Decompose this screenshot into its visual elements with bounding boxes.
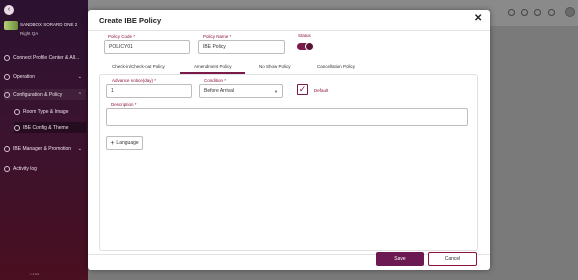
notification-icon[interactable] (521, 9, 528, 16)
sidebar-item-label: Activity log (13, 165, 37, 172)
tab-amendment[interactable]: Amendment Policy (194, 64, 232, 69)
modal-title: Create IBE Policy (99, 16, 162, 25)
settings-icon[interactable] (548, 9, 555, 16)
hotel-logo (4, 21, 18, 30)
sidebar-item-label: Configuration & Policy (13, 91, 63, 98)
theme-icon (14, 124, 20, 131)
hotel-subtitle: Right QA (20, 31, 39, 36)
policy-name-value: IBE Policy (203, 44, 226, 50)
advance-notice-value: 1 (111, 88, 114, 94)
policy-code-input[interactable]: POLICY01 (104, 40, 190, 54)
condition-label: Condition * (204, 78, 227, 83)
default-label: Default (314, 88, 329, 93)
default-checkbox[interactable]: ✓ (297, 84, 308, 95)
sidebar-item-operation[interactable]: Operation ⌄ (4, 71, 86, 82)
back-icon[interactable]: ‹ (4, 5, 14, 15)
sidebar-item-label: IBE Manager & Promotion (13, 145, 72, 152)
policy-name-input[interactable]: IBE Policy (198, 40, 285, 54)
description-input[interactable] (106, 108, 468, 126)
settings-icon (4, 91, 10, 98)
chevron-down-icon: ⌄ (77, 145, 82, 152)
advance-notice-label: Advance notice(day) * (112, 78, 157, 83)
language-button-label: Language (116, 140, 139, 146)
tab-check-in-out[interactable]: Check-in/Check-out Policy (112, 64, 165, 69)
save-button[interactable]: Save (376, 252, 424, 266)
sidebar-item-activity-log[interactable]: Activity log (4, 163, 86, 174)
chevron-up-icon: ⌃ (77, 91, 82, 98)
sidebar-item-room-type[interactable]: Room Type & Image (14, 106, 86, 117)
sidebar-item-label: Connect Profile Center & All... (13, 54, 80, 61)
activity-icon (4, 165, 10, 172)
tab-cancellation[interactable]: Cancellation Policy (317, 64, 355, 69)
advance-notice-input[interactable]: 1 (106, 84, 192, 98)
hotel-name: SANDBOX SORARD ONE 2 (20, 22, 78, 27)
condition-value: Before Arrival (204, 88, 235, 94)
version-text: v 1.0.0 (30, 272, 40, 276)
tab-no-show[interactable]: No Show Policy (259, 64, 291, 69)
sidebar-item-ibe-config[interactable]: IBE Config & Theme (14, 122, 86, 133)
search-icon[interactable] (508, 9, 515, 16)
create-policy-modal: Create IBE Policy ✕ Policy Code * POLICY… (88, 10, 490, 270)
status-toggle[interactable] (297, 42, 314, 51)
sidebar-item-ibe-manager[interactable]: IBE Manager & Promotion ⌄ (4, 143, 86, 154)
divider (88, 30, 490, 31)
policy-name-label: Policy Name * (203, 34, 232, 39)
policy-code-value: POLICY01 (109, 44, 133, 50)
profile-icon (4, 54, 10, 61)
sidebar-item-connect-profile[interactable]: Connect Profile Center & All... (4, 52, 86, 63)
chevron-down-icon: ⌄ (77, 73, 82, 80)
cancel-button[interactable]: Cancel (428, 252, 477, 266)
sidebar: ‹ SANDBOX SORARD ONE 2 Right QA Connect … (0, 0, 88, 280)
status-label: Status (298, 33, 311, 38)
condition-select[interactable]: Before Arrival ▼ (199, 84, 283, 98)
operation-icon (4, 73, 10, 80)
sidebar-item-label: Room Type & Image (23, 108, 69, 115)
policy-panel (99, 74, 478, 251)
close-icon[interactable]: ✕ (474, 13, 482, 24)
room-icon (14, 108, 20, 115)
sidebar-item-configuration[interactable]: Configuration & Policy ⌃ (4, 89, 86, 100)
toggle-knob (305, 42, 314, 51)
plus-icon: + (110, 139, 115, 147)
avatar[interactable] (565, 7, 575, 17)
description-label: Description * (111, 102, 137, 107)
sidebar-item-label: IBE Config & Theme (23, 124, 69, 131)
sidebar-item-label: Operation (13, 73, 35, 80)
add-language-button[interactable]: + Language (106, 136, 143, 150)
help-icon[interactable] (534, 9, 541, 16)
dropdown-arrow-icon: ▼ (274, 88, 278, 94)
promotion-icon (4, 145, 10, 152)
policy-code-label: Policy Code * (108, 34, 136, 39)
